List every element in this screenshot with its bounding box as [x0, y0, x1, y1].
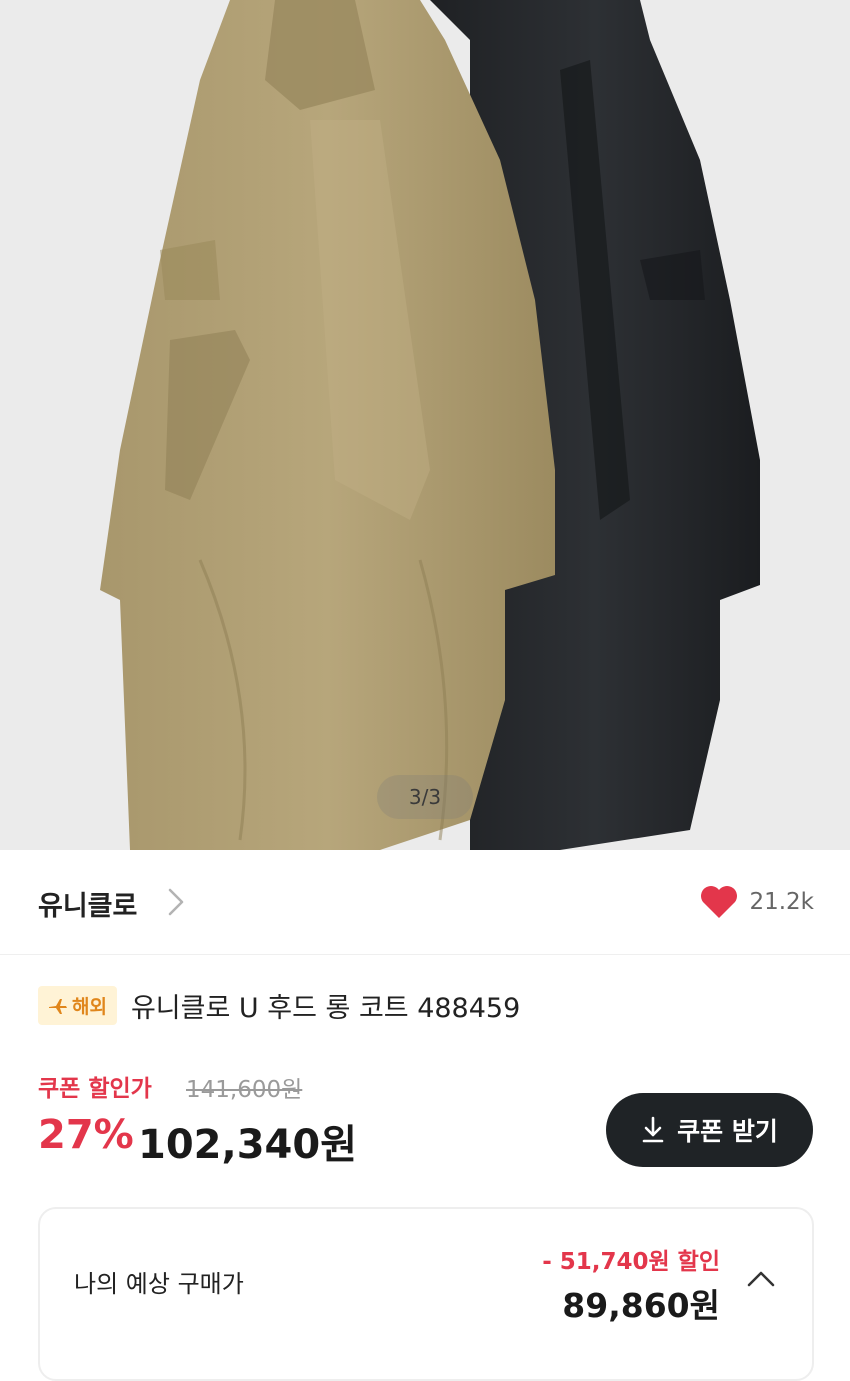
airplane-icon	[49, 998, 67, 1014]
estimated-price-panel[interactable]: 나의 예상 구매가 - 51,740원 할인 89,860원	[38, 1207, 814, 1381]
product-title-row: 해외 유니클로 U 후드 롱 코트 488459	[38, 986, 520, 1025]
estimated-price: 89,860원	[562, 1286, 720, 1325]
download-icon	[642, 1116, 664, 1143]
product-photo	[100, 0, 760, 850]
brand-name[interactable]: 유니클로	[38, 884, 137, 923]
get-coupon-button[interactable]: 쿠폰 받기	[606, 1093, 813, 1167]
like-count: 21.2k	[749, 889, 814, 915]
product-title: 유니클로 U 후드 롱 코트 488459	[130, 993, 521, 1024]
discount-percent: 27%	[38, 1112, 134, 1158]
estimated-price-label: 나의 예상 구매가	[74, 1270, 244, 1298]
get-coupon-label: 쿠폰 받기	[677, 1117, 778, 1146]
chevron-right-icon[interactable]	[166, 886, 186, 918]
chevron-up-icon[interactable]	[746, 1269, 776, 1289]
image-counter: 3/3	[377, 775, 473, 819]
brand-row[interactable]: 유니클로 21.2k	[0, 850, 850, 955]
product-image-gallery[interactable]: 3/3	[0, 0, 850, 850]
like-button[interactable]: 21.2k	[699, 884, 814, 920]
estimated-discount: - 51,740원 할인	[542, 1249, 720, 1275]
sale-price: 102,340원	[138, 1122, 357, 1168]
badge-label: 해외	[72, 996, 107, 1018]
overseas-badge: 해외	[38, 986, 117, 1025]
coupon-price-label: 쿠폰 할인가	[38, 1076, 152, 1102]
original-price: 141,600원	[186, 1077, 303, 1103]
heart-icon	[701, 886, 738, 918]
